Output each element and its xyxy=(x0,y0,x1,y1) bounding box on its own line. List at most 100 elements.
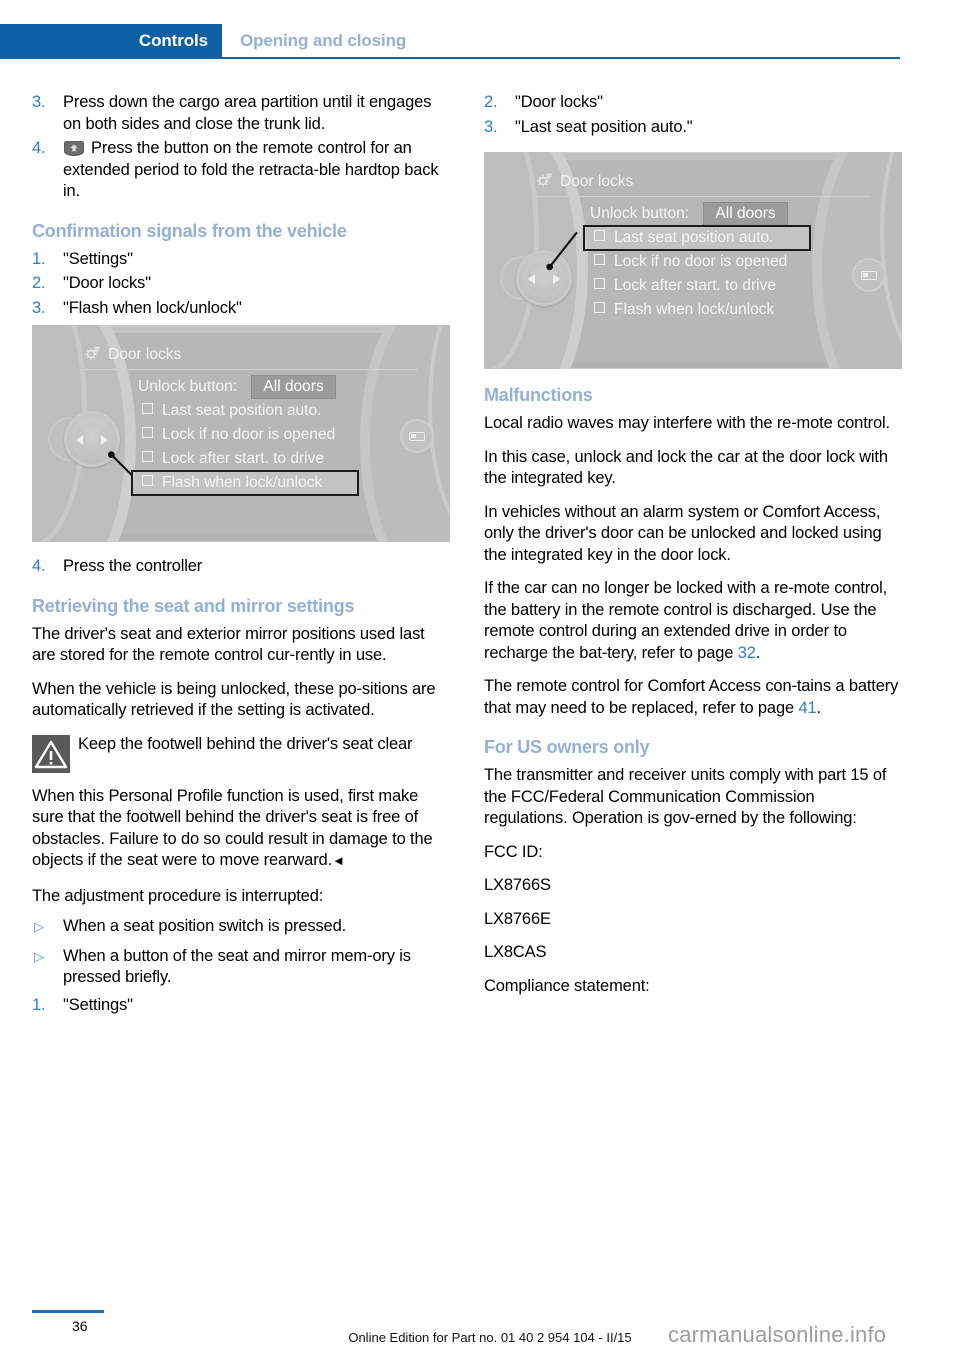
section-heading-malfunctions: Malfunctions xyxy=(484,385,593,405)
list-marker: 4. xyxy=(32,557,46,575)
bullet-triangle-icon: ▷ xyxy=(34,948,44,964)
list-item: 2. "Door locks" xyxy=(32,273,450,295)
checkbox-icon[interactable] xyxy=(594,230,605,241)
list-item-text: "Door locks" xyxy=(515,93,603,111)
paragraph: The adjustment procedure is interrupted: xyxy=(32,886,324,905)
controller-knob[interactable] xyxy=(516,250,572,306)
checkbox-icon[interactable] xyxy=(142,427,153,438)
list-item-text: Press the controller xyxy=(63,557,203,575)
idrive-display-figure-last-seat-position: Door locks Unlock button: All doors Last… xyxy=(484,152,902,369)
unlock-button-label: Unlock button: xyxy=(590,205,690,222)
display-title: Door locks xyxy=(84,343,418,367)
option-label: Lock after start. to drive xyxy=(162,450,324,467)
list-marker: 1. xyxy=(32,995,46,1014)
breadcrumb-chapter: Controls xyxy=(0,24,222,58)
warning-body: When this Personal Profile function is u… xyxy=(32,786,450,872)
list-item-text: "Settings" xyxy=(63,249,133,268)
list-marker: 1. xyxy=(32,249,46,268)
paragraph: The transmitter and receiver units compl… xyxy=(484,766,887,827)
bullet-triangle-icon: ▷ xyxy=(34,919,44,934)
warning-body-text: When this Personal Profile function is u… xyxy=(32,786,433,870)
paragraph: In vehicles without an alarm system or C… xyxy=(484,502,882,564)
list-marker: 3. xyxy=(484,117,498,136)
gear-icon xyxy=(536,172,553,189)
page-reference-link[interactable]: 32 xyxy=(738,644,756,662)
fcc-id-value: LX8766E xyxy=(484,909,551,928)
idrive-display-figure-flash-when-lock-unlock: Door locks Unlock button: All doors Last… xyxy=(32,325,450,542)
breadcrumb-section: Opening and closing xyxy=(240,31,407,50)
footer-edition-text: Online Edition for Part no. 01 40 2 954 … xyxy=(348,1330,632,1345)
section-heading-us-owners: For US owners only xyxy=(484,737,650,757)
left-column: 3. Press down the cargo area partition u… xyxy=(32,92,450,1019)
display-side-button-glyph xyxy=(409,432,425,441)
fcc-id-label: FCC ID: xyxy=(484,842,543,861)
list-item: 4. Press the button on the remote contro… xyxy=(32,138,450,203)
watermark: carmanualsonline.info xyxy=(668,1322,887,1347)
paragraph: Local radio waves may interfere with the… xyxy=(484,414,890,432)
checkbox-icon[interactable] xyxy=(142,403,153,414)
paragraph-battery-reference: If the car can no longer be locked with … xyxy=(484,578,902,664)
paragraph: The driver's seat and exterior mirror po… xyxy=(32,624,425,665)
controller-knob[interactable] xyxy=(64,411,120,467)
list-item-text: "Last seat position auto." xyxy=(515,117,693,136)
retractable-hardtop-button-icon xyxy=(63,140,85,157)
option-label: Flash when lock/unlock xyxy=(162,474,323,491)
checkbox-icon[interactable] xyxy=(142,475,153,486)
right-column: 2. "Door locks" 3. "Last seat position a… xyxy=(484,92,902,1009)
paragraph: In this case, unlock and lock the car at… xyxy=(484,447,888,488)
list-marker: 4. xyxy=(32,139,46,157)
list-marker: 2. xyxy=(484,93,498,111)
paragraph-text: The remote control for Comfort Access co… xyxy=(484,677,899,717)
unlock-button-value[interactable]: All doors xyxy=(703,202,788,226)
gear-icon xyxy=(84,345,101,362)
unlock-button-value[interactable]: All doors xyxy=(251,375,336,399)
footer-divider xyxy=(32,1310,104,1313)
display-row-unlock-button[interactable]: Unlock button: All doors xyxy=(494,202,892,226)
display-side-button-glyph xyxy=(861,271,877,280)
page-reference-link[interactable]: 41 xyxy=(798,699,816,717)
list-item-text: Press the button on the remote control f… xyxy=(63,139,439,200)
list-item-text: "Door locks" xyxy=(63,274,151,292)
display-side-button[interactable] xyxy=(852,258,886,292)
checkbox-icon[interactable] xyxy=(142,451,153,462)
option-label: Last seat position auto. xyxy=(162,402,322,419)
display-title-text: Door locks xyxy=(560,173,634,190)
list-item: 1. "Settings" xyxy=(32,995,450,1017)
paragraph-comfort-access-reference: The remote control for Comfort Access co… xyxy=(484,676,902,719)
display-row-flash-when-lock-unlock[interactable]: Flash when lock/unlock xyxy=(42,470,440,496)
checkbox-icon[interactable] xyxy=(594,278,605,289)
display-title: Door locks xyxy=(536,170,870,194)
display-row-last-seat-position[interactable]: Last seat position auto. xyxy=(494,225,892,251)
list-item-text-with-icon: Press the button on the remote control f… xyxy=(63,138,450,203)
compliance-statement-label: Compliance statement: xyxy=(484,976,650,995)
unlock-button-label: Unlock button: xyxy=(138,378,238,395)
list-marker: 2. xyxy=(32,274,46,292)
option-label: Last seat position auto. xyxy=(614,229,774,246)
display-row-unlock-button[interactable]: Unlock button: All doors xyxy=(42,375,440,399)
checkbox-icon[interactable] xyxy=(594,254,605,265)
list-item: ▷ When a seat position switch is pressed… xyxy=(32,916,450,938)
warning-note: Keep the footwell behind the driver's se… xyxy=(32,734,450,774)
option-label: Lock if no door is opened xyxy=(162,426,336,443)
arrow-right-icon xyxy=(553,274,560,284)
display-side-button[interactable] xyxy=(400,419,434,453)
list-marker: 3. xyxy=(32,298,46,317)
list-item-text: "Settings" xyxy=(63,995,133,1014)
list-item-text: When a seat position switch is pressed. xyxy=(63,917,347,935)
display-screen: Door locks Unlock button: All doors Last… xyxy=(32,325,450,542)
arrow-right-icon xyxy=(101,435,108,445)
fcc-id-value: LX8766S xyxy=(484,876,551,894)
list-item-text: "Flash when lock/unlock" xyxy=(63,298,242,317)
list-item: ▷ When a button of the seat and mirror m… xyxy=(32,946,450,989)
checkbox-icon[interactable] xyxy=(594,302,605,313)
page-header: Controls Opening and closing xyxy=(0,24,960,58)
list-item: 4. Press the controller xyxy=(32,556,450,578)
list-item: 3. Press down the cargo area partition u… xyxy=(32,92,450,135)
display-screen: Door locks Unlock button: All doors Last… xyxy=(484,152,902,369)
page-number: 36 xyxy=(72,1318,88,1334)
arrow-left-icon xyxy=(76,435,83,445)
paragraph-text-tail: . xyxy=(755,643,761,662)
fcc-id-value: LX8CAS xyxy=(484,943,547,961)
option-label: Lock after start. to drive xyxy=(614,277,776,294)
warning-triangle-icon xyxy=(32,734,70,773)
